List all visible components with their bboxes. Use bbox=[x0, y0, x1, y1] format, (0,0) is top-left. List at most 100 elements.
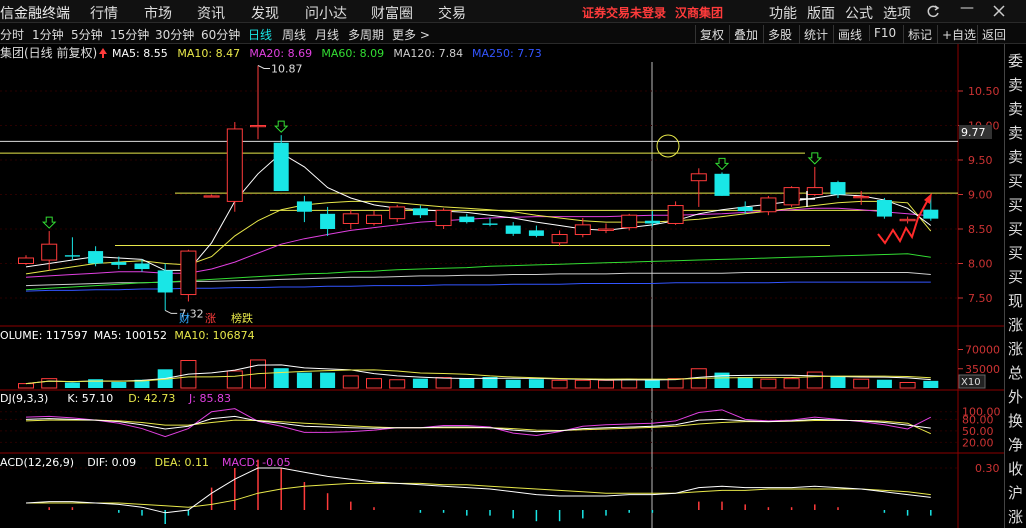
volume-legend-item: MA10: 106874 bbox=[174, 329, 254, 342]
tab-30min[interactable]: 30分钟 bbox=[155, 26, 194, 43]
candle-body bbox=[250, 125, 266, 128]
quote-panel-edge: 委卖卖卖卖买买买买买现涨涨总外换净收沪涨 bbox=[1004, 44, 1026, 528]
down-arrow-icon bbox=[273, 120, 289, 133]
highlight-circle bbox=[656, 134, 680, 158]
mark-button[interactable]: 标记 bbox=[903, 25, 936, 44]
candle-body bbox=[296, 201, 312, 212]
menu-quotes[interactable]: 行情 bbox=[90, 3, 118, 23]
broker-name[interactable]: 汉商集团 bbox=[675, 4, 723, 21]
candle-body bbox=[853, 196, 870, 199]
volume-bar bbox=[459, 378, 475, 388]
volume-bar bbox=[551, 379, 568, 389]
ma-legend-item: MA60: 8.09 bbox=[321, 47, 384, 60]
candle-body bbox=[876, 200, 892, 217]
volume-tick-label: 35000 bbox=[965, 363, 1000, 376]
volume-bar bbox=[435, 377, 452, 389]
add-watchlist-button[interactable]: +自选 bbox=[937, 25, 980, 44]
high-marker-line bbox=[257, 65, 270, 69]
quote-field-label: 买 bbox=[1008, 220, 1024, 238]
draw-line-button[interactable]: 画线 bbox=[833, 25, 866, 44]
tab-1min[interactable]: 1分钟 bbox=[32, 26, 64, 43]
volume-bar bbox=[273, 368, 289, 388]
tab-more[interactable]: 更多 > bbox=[392, 26, 430, 43]
candle-body bbox=[528, 230, 544, 236]
candle-body bbox=[134, 263, 150, 270]
volume-bar bbox=[342, 375, 359, 389]
volume-axis: 70000 35000 bbox=[958, 344, 1000, 376]
kdj-header: DJ(9,3,3) K: 57.10 D: 42.73 J: 85.83 bbox=[0, 392, 231, 405]
volume-bar bbox=[574, 379, 591, 389]
tab-monthly[interactable]: 月线 bbox=[315, 26, 339, 43]
candle-body bbox=[690, 173, 707, 182]
down-arrow-icon bbox=[807, 152, 823, 165]
quote-field-label: 卖 bbox=[1008, 124, 1024, 142]
candle-body bbox=[459, 216, 475, 223]
candle-body bbox=[923, 209, 939, 219]
ma-legend-item: MA5: 8.55 bbox=[112, 47, 168, 60]
ma-legend-item: MA20: 8.69 bbox=[249, 47, 312, 60]
price-tick-label: 8.00 bbox=[968, 258, 993, 271]
tab-multi-period[interactable]: 多周期 bbox=[348, 26, 384, 43]
quote-field-label: 总 bbox=[1008, 364, 1024, 382]
current-price-label: 9.77 bbox=[961, 126, 986, 139]
macd-legend-item: MACD: -0.05 bbox=[222, 456, 291, 469]
menu-trade[interactable]: 交易 bbox=[438, 3, 466, 23]
ma5-line bbox=[25, 152, 932, 271]
tab-5min[interactable]: 5分钟 bbox=[71, 26, 103, 43]
quote-field-label: 卖 bbox=[1008, 76, 1024, 94]
statistics-button[interactable]: 统计 bbox=[799, 25, 832, 44]
candle-body bbox=[366, 214, 382, 224]
menu-layout[interactable]: 版面 bbox=[807, 3, 835, 23]
dropdown-arrow-icon[interactable] bbox=[99, 48, 107, 58]
volume-bar bbox=[111, 381, 127, 388]
multi-stock-button[interactable]: 多股 bbox=[763, 25, 796, 44]
price-tick-label: 10.50 bbox=[968, 85, 1000, 98]
volume-bar bbox=[598, 379, 614, 389]
app-name: 信金融终端 bbox=[0, 6, 70, 22]
menu-news[interactable]: 资讯 bbox=[197, 3, 225, 23]
volume-header: OLUME: 117597 MA5: 100152 MA10: 106874 bbox=[0, 329, 255, 342]
candle-body bbox=[551, 234, 568, 244]
refresh-icon[interactable] bbox=[925, 3, 941, 19]
menu-ask-xiaoda[interactable]: 问小达 bbox=[305, 3, 347, 23]
candle-body bbox=[412, 208, 428, 216]
volume-bar bbox=[760, 378, 777, 389]
tab-weekly[interactable]: 周线 bbox=[282, 26, 306, 43]
volume-bar bbox=[18, 383, 34, 389]
candle-body bbox=[806, 187, 823, 196]
menu-functions[interactable]: 功能 bbox=[769, 3, 797, 23]
menu-options[interactable]: 选项 bbox=[883, 3, 911, 23]
overlay-button[interactable]: 叠加 bbox=[729, 25, 762, 44]
kdj-legend-item: J: 85.83 bbox=[188, 392, 231, 405]
tab-intraday[interactable]: 分时 bbox=[0, 26, 24, 43]
chart-area[interactable]: 集团(日线 前复权) MA5: 8.55 MA10: 8.47 MA20: 8.69… bbox=[0, 44, 1004, 528]
volume-bar bbox=[923, 380, 939, 388]
adjust-price-button[interactable]: 复权 bbox=[695, 25, 728, 44]
candle-body bbox=[435, 209, 452, 227]
close-icon[interactable] bbox=[993, 5, 1005, 17]
quote-field-label: 净 bbox=[1008, 436, 1024, 454]
menu-formula[interactable]: 公式 bbox=[845, 3, 873, 23]
back-button[interactable]: 返回 bbox=[977, 25, 1010, 44]
tab-daily[interactable]: 日线 bbox=[248, 26, 272, 43]
menu-discover[interactable]: 发现 bbox=[251, 3, 279, 23]
tab-15min[interactable]: 15分钟 bbox=[110, 26, 149, 43]
event-tag: 榜跌 bbox=[231, 311, 253, 325]
macd-lines bbox=[25, 459, 932, 524]
candle-body bbox=[18, 257, 34, 264]
minimize-button[interactable]: — bbox=[960, 0, 974, 16]
menu-wealth-circle[interactable]: 财富圈 bbox=[371, 3, 413, 23]
login-notice[interactable]: 证券交易未登录 bbox=[582, 4, 666, 21]
quote-field-label: 买 bbox=[1008, 172, 1024, 190]
candle-body bbox=[273, 142, 289, 192]
f10-button[interactable]: F10 bbox=[869, 25, 900, 41]
volume-legend-item: OLUME: 117597 bbox=[0, 329, 88, 342]
menu-market[interactable]: 市场 bbox=[144, 3, 172, 23]
volume-tick-label: 70000 bbox=[965, 344, 1000, 357]
quote-field-label: 卖 bbox=[1008, 148, 1024, 166]
candle-body bbox=[41, 243, 58, 261]
volume-bar bbox=[389, 379, 406, 389]
volume-bar bbox=[783, 378, 800, 389]
volume-bar bbox=[876, 379, 892, 388]
tab-60min[interactable]: 60分钟 bbox=[201, 26, 240, 43]
